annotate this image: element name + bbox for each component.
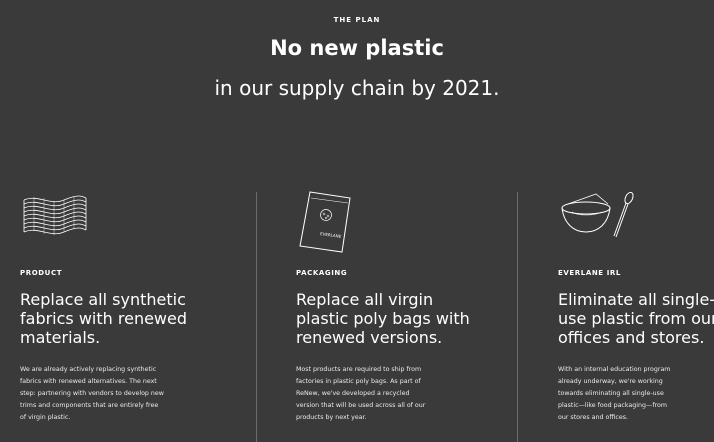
- column-label: PACKAGING: [296, 269, 348, 277]
- column-title: Eliminate all single- use plastic from o…: [558, 290, 714, 347]
- column-title: Replace all virgin plastic poly bags wit…: [296, 290, 470, 347]
- column-body: We are already actively replacing synthe…: [20, 366, 164, 421]
- bag-brand-text: EVERLANE: [320, 231, 342, 239]
- column-body: With an internal education program alrea…: [558, 366, 671, 421]
- column-body: Most products are required to ship from …: [296, 366, 426, 421]
- column-divider: [517, 192, 518, 442]
- eyebrow: THE PLAN: [333, 16, 381, 24]
- column-label: EVERLANE IRL: [558, 269, 621, 277]
- poly-bag-icon: EVERLANE: [299, 191, 351, 253]
- headline: No new plastic: [270, 36, 444, 60]
- fabric-flag-icon: [23, 195, 87, 235]
- cup-and-spoon-icon: [561, 191, 634, 238]
- column-title: Replace all synthetic fabrics with renew…: [20, 290, 188, 347]
- column-label: PRODUCT: [20, 269, 63, 277]
- subhead: in our supply chain by 2021.: [214, 76, 500, 100]
- column-divider: [256, 192, 257, 442]
